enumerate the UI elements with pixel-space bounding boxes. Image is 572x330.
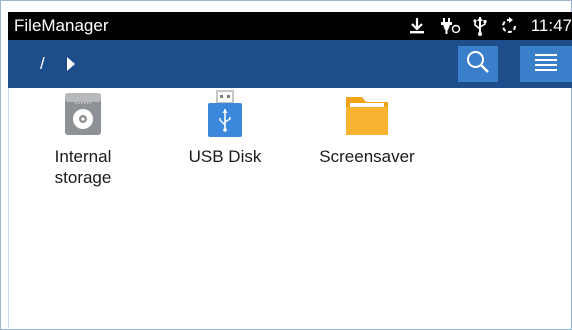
breadcrumb-root[interactable]: / xyxy=(40,54,45,74)
file-item-usb-disk[interactable]: USB Disk xyxy=(170,88,280,167)
usb-disk-icon xyxy=(204,88,246,140)
download-icon xyxy=(407,16,427,36)
breadcrumb-arrow-icon[interactable] xyxy=(66,57,75,71)
menu-button[interactable] xyxy=(520,46,572,82)
folder-icon xyxy=(344,88,390,140)
file-item-label: Screensaver xyxy=(319,147,415,166)
file-grid: Internal storage USB Disk Screensaver xyxy=(8,88,572,328)
file-item-label: Internal storage xyxy=(54,147,112,187)
toolbar: / xyxy=(8,40,572,88)
search-icon xyxy=(465,49,491,80)
usb-icon xyxy=(473,16,487,36)
file-item-screensaver[interactable]: Screensaver xyxy=(312,88,422,167)
clock: 11:47 xyxy=(530,16,572,35)
app-title: FileManager xyxy=(14,16,109,35)
sync-icon xyxy=(499,16,519,36)
file-item-label: USB Disk xyxy=(188,147,262,166)
power-plug-icon xyxy=(439,16,461,36)
file-item-internal-storage[interactable]: Internal storage xyxy=(28,88,138,188)
status-bar: FileManager 11:47 xyxy=(8,12,572,40)
internal-storage-icon xyxy=(63,88,103,140)
menu-icon xyxy=(534,51,558,78)
search-button[interactable] xyxy=(458,46,498,82)
